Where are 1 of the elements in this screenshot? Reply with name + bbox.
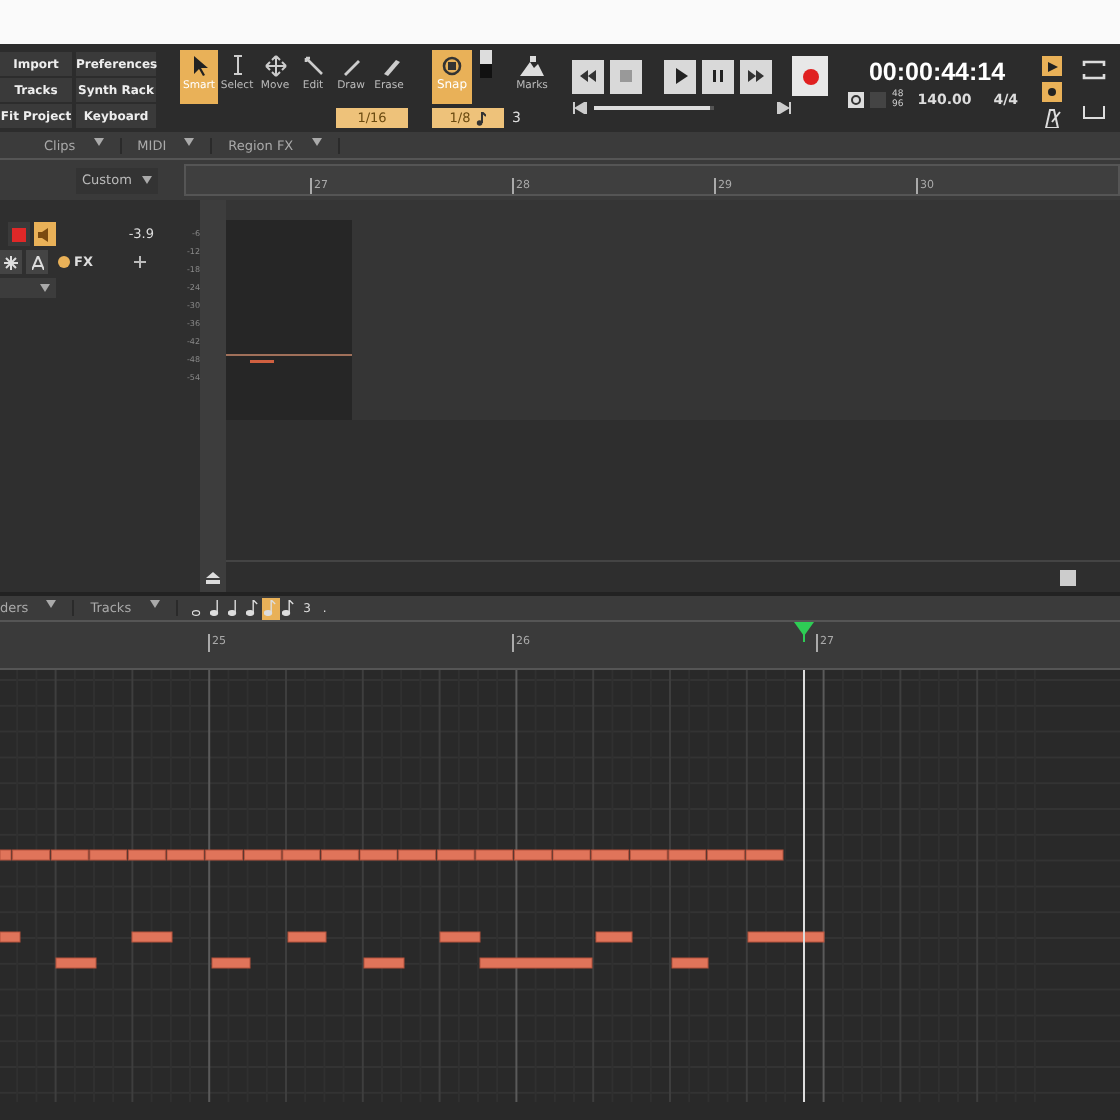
- time-display: 00:00:44:14: [868, 58, 1006, 86]
